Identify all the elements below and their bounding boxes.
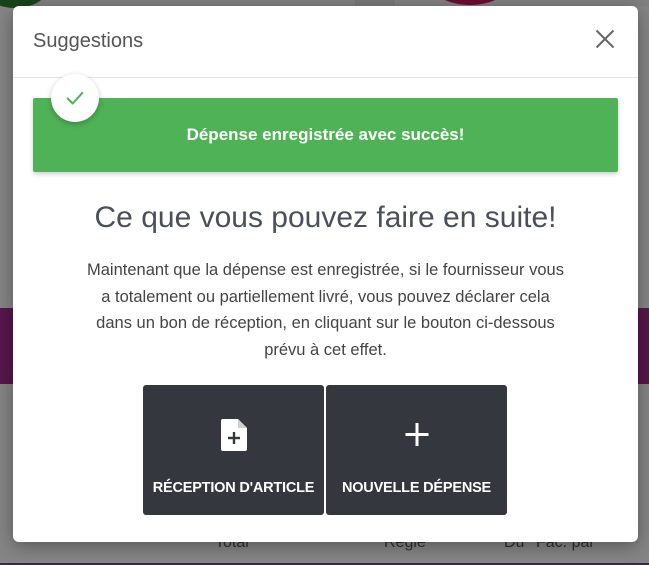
- suggestion-heading: Ce que vous pouvez faire en suite!: [94, 201, 557, 234]
- close-icon[interactable]: [594, 28, 616, 50]
- reception-article-button[interactable]: RÉCEPTION D'ARTICLE: [143, 385, 324, 515]
- modal-header: Suggestions: [13, 6, 638, 78]
- success-alert: Dépense enregistrée avec succès!: [33, 98, 618, 172]
- file-add-icon: [143, 418, 324, 452]
- nouvelle-depense-button[interactable]: NOUVELLE DÉPENSE: [326, 385, 507, 515]
- reception-article-label: RÉCEPTION D'ARTICLE: [152, 480, 315, 496]
- nouvelle-depense-label: NOUVELLE DÉPENSE: [341, 480, 492, 496]
- plus-icon: [326, 418, 507, 452]
- check-icon: [51, 74, 99, 122]
- suggestions-modal: Suggestions Dépense enregistrée avec suc…: [13, 6, 638, 542]
- suggestion-description: Maintenant que la dépense est enregistré…: [87, 261, 564, 359]
- success-message: Dépense enregistrée avec succès!: [186, 125, 465, 144]
- modal-title: Suggestions: [33, 30, 144, 52]
